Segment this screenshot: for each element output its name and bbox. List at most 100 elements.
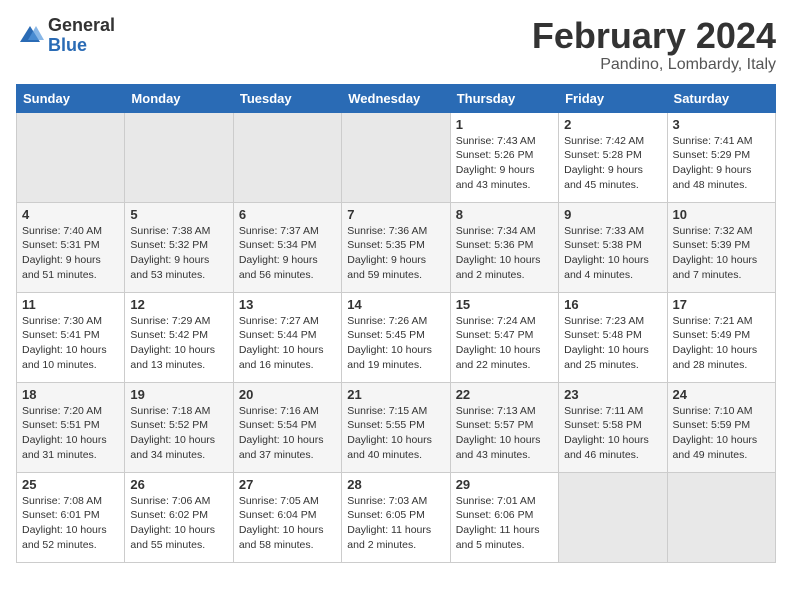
table-row: 4Sunrise: 7:40 AM Sunset: 5:31 PM Daylig… (17, 202, 125, 292)
calendar-week-row: 11Sunrise: 7:30 AM Sunset: 5:41 PM Dayli… (17, 292, 776, 382)
day-info: Sunrise: 7:32 AM Sunset: 5:39 PM Dayligh… (673, 224, 770, 283)
table-row: 15 Sunrise: 7:24 AM Sunset: 5:47 PM Dayli… (450, 292, 558, 382)
calendar-table: Sunday Monday Tuesday Wednesday Thursday… (16, 84, 776, 563)
day-number: 22 (456, 387, 553, 402)
day-info: Sunrise: 7:23 AM Sunset: 5:48 PM Dayligh… (564, 314, 661, 373)
day-info: Sunrise: 7:41 AM Sunset: 5:29 PM Dayligh… (673, 134, 770, 193)
day-info: Sunrise: 7:06 AM Sunset: 6:02 PM Dayligh… (130, 494, 227, 553)
day-info: Sunrise: 7:18 AM Sunset: 5:52 PM Dayligh… (130, 404, 227, 463)
day-info: Sunrise: 7:26 AM Sunset: 5:45 PM Dayligh… (347, 314, 444, 373)
day-number: 20 (239, 387, 336, 402)
day-info: Sunrise: 7:43 AM Sunset: 5:26 PM Dayligh… (456, 134, 553, 193)
day-number: 4 (22, 207, 119, 222)
calendar-week-row: 18Sunrise: 7:20 AM Sunset: 5:51 PM Dayli… (17, 382, 776, 472)
table-row (667, 472, 775, 562)
table-row: 27Sunrise: 7:05 AM Sunset: 6:04 PM Dayli… (233, 472, 341, 562)
table-row: 18Sunrise: 7:20 AM Sunset: 5:51 PM Dayli… (17, 382, 125, 472)
location: Pandino, Lombardy, Italy (532, 56, 776, 74)
table-row (559, 472, 667, 562)
col-saturday: Saturday (667, 84, 775, 112)
logo: General Blue (16, 16, 115, 56)
table-row: 16 Sunrise: 7:23 AM Sunset: 5:48 PM Dayli… (559, 292, 667, 382)
day-number: 28 (347, 477, 444, 492)
day-info: Sunrise: 7:03 AM Sunset: 6:05 PM Dayligh… (347, 494, 444, 553)
day-info: Sunrise: 7:33 AM Sunset: 5:38 PM Dayligh… (564, 224, 661, 283)
day-info: Sunrise: 7:42 AM Sunset: 5:28 PM Dayligh… (564, 134, 661, 193)
day-number: 9 (564, 207, 661, 222)
day-number: 16 (564, 297, 661, 312)
table-row: 28 Sunrise: 7:03 AM Sunset: 6:05 PM Dayli… (342, 472, 450, 562)
day-info: Sunrise: 7:36 AM Sunset: 5:35 PM Dayligh… (347, 224, 444, 283)
day-number: 2 (564, 117, 661, 132)
day-number: 26 (130, 477, 227, 492)
day-info: Sunrise: 7:08 AM Sunset: 6:01 PM Dayligh… (22, 494, 119, 553)
calendar-week-row: 25Sunrise: 7:08 AM Sunset: 6:01 PM Dayli… (17, 472, 776, 562)
table-row: 29Sunrise: 7:01 AM Sunset: 6:06 PM Dayli… (450, 472, 558, 562)
table-row (125, 112, 233, 202)
header: General Blue February 2024 Pandino, Lomb… (16, 16, 776, 74)
day-number: 7 (347, 207, 444, 222)
day-number: 3 (673, 117, 770, 132)
day-number: 23 (564, 387, 661, 402)
table-row: 6 Sunrise: 7:37 AM Sunset: 5:34 PM Daylig… (233, 202, 341, 292)
day-info: Sunrise: 7:24 AM Sunset: 5:47 PM Dayligh… (456, 314, 553, 373)
table-row: 14 Sunrise: 7:26 AM Sunset: 5:45 PM Dayli… (342, 292, 450, 382)
day-info: Sunrise: 7:15 AM Sunset: 5:55 PM Dayligh… (347, 404, 444, 463)
day-number: 1 (456, 117, 553, 132)
table-row (342, 112, 450, 202)
day-number: 17 (673, 297, 770, 312)
day-info: Sunrise: 7:37 AM Sunset: 5:34 PM Dayligh… (239, 224, 336, 283)
logo-icon (16, 22, 44, 50)
day-info: Sunrise: 7:05 AM Sunset: 6:04 PM Dayligh… (239, 494, 336, 553)
day-info: Sunrise: 7:34 AM Sunset: 5:36 PM Dayligh… (456, 224, 553, 283)
month-title: February 2024 (532, 16, 776, 56)
calendar-week-row: 4Sunrise: 7:40 AM Sunset: 5:31 PM Daylig… (17, 202, 776, 292)
table-row: 26 Sunrise: 7:06 AM Sunset: 6:02 PM Dayli… (125, 472, 233, 562)
table-row: 12Sunrise: 7:29 AM Sunset: 5:42 PM Dayli… (125, 292, 233, 382)
day-info: Sunrise: 7:13 AM Sunset: 5:57 PM Dayligh… (456, 404, 553, 463)
table-row: 10Sunrise: 7:32 AM Sunset: 5:39 PM Dayli… (667, 202, 775, 292)
table-row (17, 112, 125, 202)
day-number: 5 (130, 207, 227, 222)
day-number: 13 (239, 297, 336, 312)
day-info: Sunrise: 7:20 AM Sunset: 5:51 PM Dayligh… (22, 404, 119, 463)
table-row: 23Sunrise: 7:11 AM Sunset: 5:58 PM Dayli… (559, 382, 667, 472)
title-area: February 2024 Pandino, Lombardy, Italy (532, 16, 776, 74)
table-row: 20Sunrise: 7:16 AM Sunset: 5:54 PM Dayli… (233, 382, 341, 472)
table-row: 5 Sunrise: 7:38 AM Sunset: 5:32 PM Daylig… (125, 202, 233, 292)
logo-text: General Blue (48, 16, 115, 56)
day-number: 14 (347, 297, 444, 312)
day-number: 24 (673, 387, 770, 402)
day-number: 19 (130, 387, 227, 402)
table-row: 21 Sunrise: 7:15 AM Sunset: 5:55 PM Dayli… (342, 382, 450, 472)
table-row: 2 Sunrise: 7:42 AM Sunset: 5:28 PM Daylig… (559, 112, 667, 202)
calendar-header-row: Sunday Monday Tuesday Wednesday Thursday… (17, 84, 776, 112)
table-row: 11Sunrise: 7:30 AM Sunset: 5:41 PM Dayli… (17, 292, 125, 382)
table-row: 9 Sunrise: 7:33 AM Sunset: 5:38 PM Daylig… (559, 202, 667, 292)
col-friday: Friday (559, 84, 667, 112)
table-row: 7 Sunrise: 7:36 AM Sunset: 5:35 PM Daylig… (342, 202, 450, 292)
day-info: Sunrise: 7:10 AM Sunset: 5:59 PM Dayligh… (673, 404, 770, 463)
day-number: 8 (456, 207, 553, 222)
day-number: 15 (456, 297, 553, 312)
col-sunday: Sunday (17, 84, 125, 112)
logo-general: General (48, 15, 115, 35)
col-monday: Monday (125, 84, 233, 112)
day-info: Sunrise: 7:38 AM Sunset: 5:32 PM Dayligh… (130, 224, 227, 283)
table-row: 17 Sunrise: 7:21 AM Sunset: 5:49 PM Dayli… (667, 292, 775, 382)
day-number: 11 (22, 297, 119, 312)
col-thursday: Thursday (450, 84, 558, 112)
table-row: 25Sunrise: 7:08 AM Sunset: 6:01 PM Dayli… (17, 472, 125, 562)
day-number: 6 (239, 207, 336, 222)
table-row: 8 Sunrise: 7:34 AM Sunset: 5:36 PM Daylig… (450, 202, 558, 292)
table-row: 13Sunrise: 7:27 AM Sunset: 5:44 PM Dayli… (233, 292, 341, 382)
day-info: Sunrise: 7:21 AM Sunset: 5:49 PM Dayligh… (673, 314, 770, 373)
table-row (233, 112, 341, 202)
logo-blue: Blue (48, 35, 87, 55)
calendar-week-row: 1 Sunrise: 7:43 AM Sunset: 5:26 PM Daylig… (17, 112, 776, 202)
col-tuesday: Tuesday (233, 84, 341, 112)
table-row: 3 Sunrise: 7:41 AM Sunset: 5:29 PM Daylig… (667, 112, 775, 202)
table-row: 1 Sunrise: 7:43 AM Sunset: 5:26 PM Daylig… (450, 112, 558, 202)
day-info: Sunrise: 7:29 AM Sunset: 5:42 PM Dayligh… (130, 314, 227, 373)
day-number: 21 (347, 387, 444, 402)
